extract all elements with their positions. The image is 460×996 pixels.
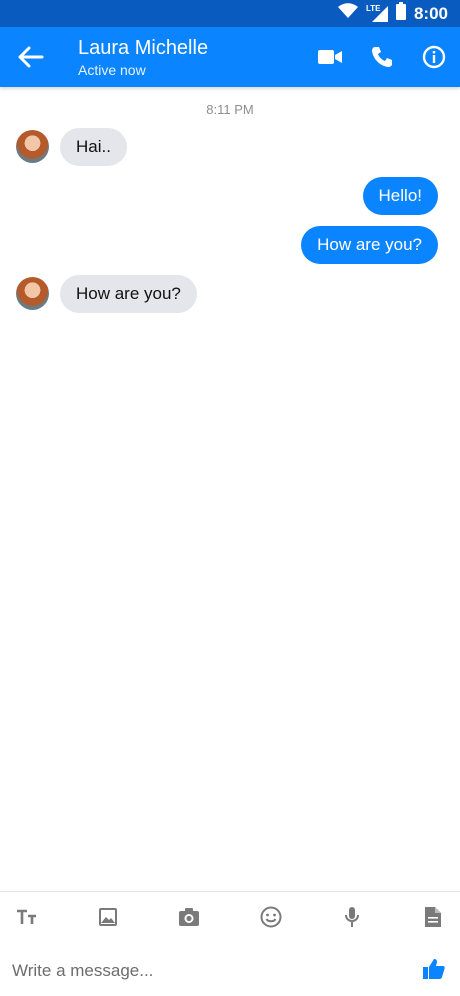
composer-divider bbox=[0, 891, 460, 892]
arrow-left-icon bbox=[18, 46, 44, 68]
incoming-message-bubble[interactable]: How are you? bbox=[60, 275, 197, 313]
battery-icon bbox=[395, 2, 406, 25]
file-icon bbox=[425, 907, 441, 927]
voice-message-button[interactable] bbox=[337, 902, 367, 932]
status-bar: LTE 8:00 bbox=[0, 0, 460, 27]
wifi-icon bbox=[337, 3, 358, 24]
message-row: Hello! bbox=[0, 177, 460, 217]
presence-status: Active now bbox=[78, 62, 146, 78]
info-icon bbox=[422, 45, 446, 69]
text-format-button[interactable] bbox=[12, 902, 42, 932]
outgoing-message-bubble[interactable]: How are you? bbox=[301, 226, 438, 264]
text-format-icon bbox=[17, 909, 36, 924]
thumbs-up-icon bbox=[423, 959, 445, 979]
clock: 8:00 bbox=[413, 3, 448, 23]
video-call-button[interactable] bbox=[316, 43, 344, 71]
conversation-header: Laura Michelle Active now bbox=[0, 27, 460, 87]
message-row: How are you? bbox=[0, 275, 460, 315]
back-button[interactable] bbox=[16, 45, 44, 69]
emoji-button[interactable] bbox=[256, 902, 286, 932]
microphone-icon bbox=[345, 907, 359, 927]
avatar[interactable] bbox=[16, 130, 49, 163]
camera-icon bbox=[179, 908, 199, 926]
voice-call-button[interactable] bbox=[368, 43, 396, 71]
image-icon bbox=[99, 908, 117, 926]
contact-name: Laura Michelle bbox=[78, 37, 209, 59]
outgoing-message-bubble[interactable]: Hello! bbox=[362, 177, 438, 215]
conversation-timestamp: 8:11 PM bbox=[206, 102, 254, 117]
camera-button[interactable] bbox=[174, 902, 204, 932]
contact-info[interactable]: Laura Michelle Active now bbox=[78, 37, 208, 79]
message-row: Hai.. bbox=[0, 128, 460, 168]
like-button[interactable] bbox=[422, 957, 446, 981]
lte-signal-icon: LTE bbox=[366, 4, 388, 23]
message-input[interactable] bbox=[10, 952, 404, 990]
emoji-icon bbox=[260, 906, 282, 928]
phone-icon bbox=[372, 47, 392, 67]
incoming-message-bubble[interactable]: Hai.. bbox=[60, 128, 127, 166]
gallery-button[interactable] bbox=[93, 902, 123, 932]
message-row: How are you? bbox=[0, 226, 460, 266]
avatar[interactable] bbox=[16, 277, 49, 310]
file-button[interactable] bbox=[418, 902, 448, 932]
video-camera-icon bbox=[318, 50, 342, 64]
info-button[interactable] bbox=[420, 43, 448, 71]
composer-toolbar bbox=[0, 902, 460, 932]
